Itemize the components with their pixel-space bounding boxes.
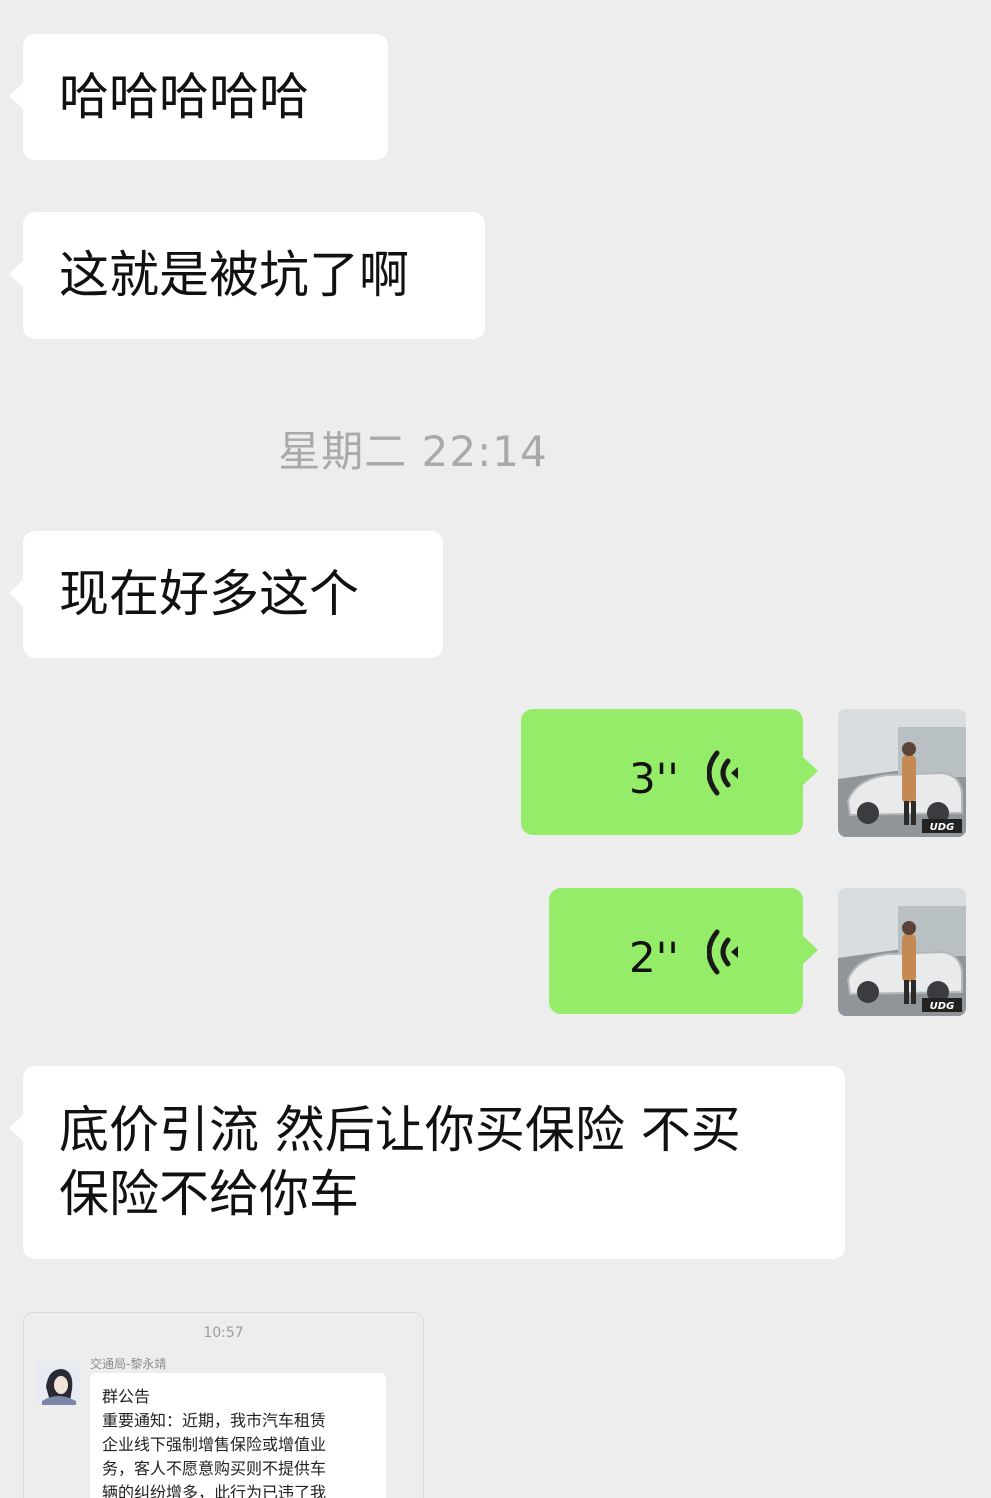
avatar-watermark: UDG xyxy=(930,1001,955,1012)
message-text: 现在好多这个 xyxy=(59,565,359,623)
voice-duration: 3'' xyxy=(629,754,679,803)
voice-wave-icon xyxy=(707,929,738,975)
embedded-screenshot[interactable]: 10:57 交通局-黎永靖 群公告 重要通知：近期，我市汽车租赁 企业线下强制增… xyxy=(23,1312,424,1498)
voice-wave-icon xyxy=(707,750,738,796)
message-bubble-incoming[interactable]: 现在好多这个 xyxy=(9,531,443,658)
chat-thread: 哈哈哈哈哈 这就是被坑了啊 星期二 22:14 现在好多这个 3'' UDG 2… xyxy=(0,0,991,1498)
avatar-photo: UDG xyxy=(838,709,966,837)
voice-message-bubble[interactable]: 3'' xyxy=(521,709,818,835)
chat-timestamp: 星期二 22:14 xyxy=(278,427,548,476)
message-text: 哈哈哈哈哈 xyxy=(59,68,309,126)
avatar-photo: UDG xyxy=(838,888,966,1016)
embedded-time: 10:57 xyxy=(203,1325,244,1341)
message-text: 这就是被坑了啊 xyxy=(59,246,409,304)
embedded-sender: 交通局-黎永靖 xyxy=(90,1357,167,1371)
embedded-avatar xyxy=(36,1361,80,1405)
voice-message-bubble[interactable]: 2'' xyxy=(549,888,818,1014)
notice-title: 群公告 xyxy=(102,1387,151,1406)
message-bubble-incoming[interactable]: 底价引流 然后让你买保险 不买 保险不给你车 xyxy=(9,1066,845,1259)
message-text: 底价引流 然后让你买保险 不买 保险不给你车 xyxy=(59,1101,741,1223)
message-bubble-incoming[interactable]: 哈哈哈哈哈 xyxy=(9,34,388,160)
group-notice-card[interactable]: 群公告 重要通知：近期，我市汽车租赁 企业线下强制增售保险或增值业 务，客人不愿… xyxy=(90,1373,386,1498)
avatar-watermark: UDG xyxy=(930,822,955,833)
voice-duration: 2'' xyxy=(629,933,679,982)
message-bubble-incoming[interactable]: 这就是被坑了啊 xyxy=(9,212,485,339)
avatar[interactable]: UDG xyxy=(838,888,966,1016)
avatar[interactable]: UDG xyxy=(838,709,966,837)
notice-body: 重要通知：近期，我市汽车租赁 企业线下强制增售保险或增值业 务，客人不愿意购买则… xyxy=(102,1411,327,1498)
